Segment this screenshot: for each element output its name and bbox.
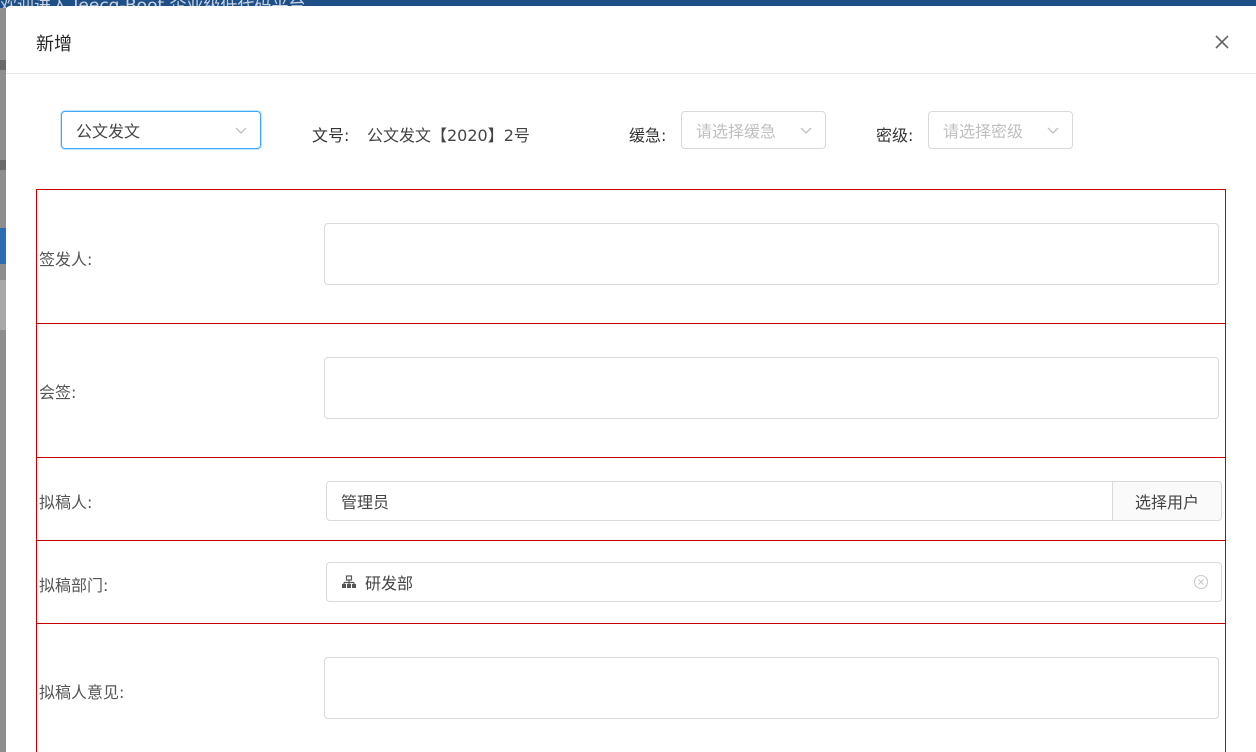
dept-select[interactable]: 研发部 <box>326 562 1222 602</box>
add-modal: 新增 公文发文 文号: 公文发文【2020】2号 缓急: 请选择缓急 密级: 请… <box>6 6 1256 752</box>
urgency-label: 缓急: <box>629 126 667 145</box>
drafter-input[interactable]: 管理员 <box>326 481 1113 521</box>
countersign-row: 会签: <box>36 323 1226 457</box>
chevron-down-icon <box>235 127 247 134</box>
opinion-label: 拟稿人意见: <box>39 683 125 702</box>
opinion-textarea[interactable] <box>324 657 1219 719</box>
dept-row: 拟稿部门: 研发部 <box>36 540 1226 623</box>
countersign-textarea[interactable] <box>324 357 1219 419</box>
opinion-row: 拟稿人意见: <box>36 623 1226 752</box>
select-user-label: 选择用户 <box>1134 493 1199 512</box>
urgency-placeholder: 请选择缓急 <box>696 122 777 141</box>
chevron-down-icon <box>800 127 812 134</box>
clear-circle-icon[interactable] <box>1193 574 1209 590</box>
close-button[interactable] <box>1208 28 1236 56</box>
form-table: 签发人: 会签: 拟稿人: 管理员 选择用户 拟稿部门: 研发部 拟稿人意见: <box>36 189 1226 752</box>
signer-textarea[interactable] <box>324 223 1219 285</box>
urgency-select[interactable]: 请选择缓急 <box>681 111 826 149</box>
doc-number-value: 公文发文【2020】2号 <box>367 126 530 145</box>
secret-level-select[interactable]: 请选择密级 <box>928 111 1073 149</box>
signer-row: 签发人: <box>36 189 1226 323</box>
doc-type-select[interactable]: 公文发文 <box>61 111 261 149</box>
dept-value: 研发部 <box>365 574 414 593</box>
doc-type-value: 公文发文 <box>76 122 141 141</box>
close-icon <box>1215 35 1229 49</box>
signer-label: 签发人: <box>39 250 93 269</box>
modal-header: 新增 <box>6 6 1256 74</box>
countersign-label: 会签: <box>39 383 77 402</box>
org-tree-icon <box>341 575 357 589</box>
drafter-value: 管理员 <box>341 493 390 512</box>
secret-placeholder: 请选择密级 <box>943 122 1024 141</box>
drafter-label: 拟稿人: <box>39 493 93 512</box>
secret-label: 密级: <box>876 126 914 145</box>
doc-number-label: 文号: <box>312 126 350 145</box>
select-user-button[interactable]: 选择用户 <box>1113 481 1222 521</box>
drafter-row: 拟稿人: 管理员 选择用户 <box>36 457 1226 540</box>
drafter-input-group: 管理员 选择用户 <box>326 481 1222 521</box>
modal-title: 新增 <box>36 34 72 55</box>
chevron-down-icon <box>1047 127 1059 134</box>
dept-label: 拟稿部门: <box>39 576 109 595</box>
